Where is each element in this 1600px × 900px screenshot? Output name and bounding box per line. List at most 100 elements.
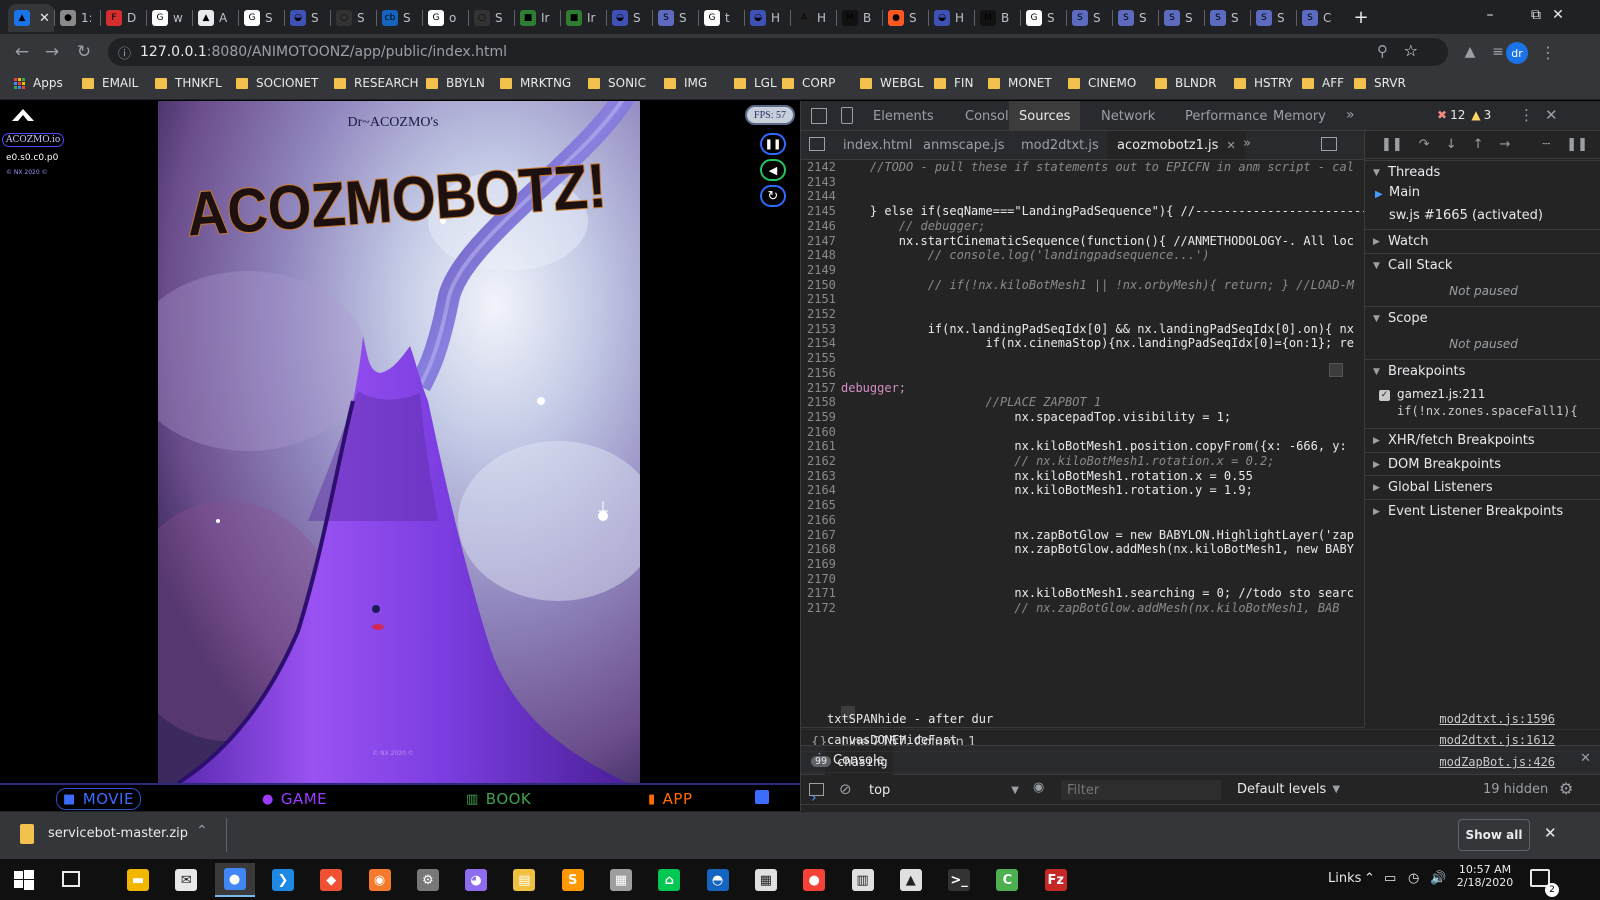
taskbar-app-file-explorer[interactable]: ▬ <box>118 863 158 897</box>
code-line[interactable]: 2170 <box>801 572 1364 587</box>
apps-shortcut[interactable]: Apps <box>14 76 63 90</box>
line-number[interactable]: 2167 <box>801 528 841 543</box>
console-message[interactable]: canvasDONEHideFast mod2dtxt.js:1612 <box>801 730 1600 752</box>
log-levels-select[interactable]: Default levels ▼ <box>1237 782 1340 797</box>
inspect-icon[interactable] <box>811 108 827 124</box>
code-line[interactable]: 2154 if(nx.cinemaStop){nx.landingPadSeqI… <box>801 336 1364 351</box>
forward-icon[interactable]: → <box>40 40 64 64</box>
bookmark-folder[interactable]: SONIC <box>588 76 646 90</box>
code-line[interactable]: 2143 <box>801 175 1364 190</box>
taskbar-app-doc-tool[interactable]: ▦ <box>601 863 641 897</box>
code-line[interactable]: 2149 <box>801 263 1364 278</box>
windows-start-icon[interactable] <box>14 870 34 890</box>
taskbar-app-sublime[interactable]: S <box>553 863 593 897</box>
taskbar-app-chrome[interactable]: ● <box>214 863 255 897</box>
task-view-icon[interactable] <box>62 871 80 887</box>
scope-section[interactable]: ▼ Scope <box>1365 306 1600 330</box>
pause-button[interactable]: ❚❚ <box>760 133 786 155</box>
code-line[interactable]: 2165 <box>801 498 1364 513</box>
line-number[interactable]: 2143 <box>801 175 841 190</box>
more-tabs-icon[interactable]: » <box>1346 107 1355 123</box>
bookmark-folder[interactable]: WEBGL <box>860 76 923 90</box>
browser-tab[interactable]: SS <box>1158 4 1204 32</box>
taskbar-app-clapper[interactable]: ▥ <box>843 863 883 897</box>
links-toolbar[interactable]: Links <box>1328 871 1361 886</box>
code-line[interactable]: 2152 <box>801 307 1364 322</box>
acozmo-logo-icon[interactable] <box>10 107 36 123</box>
browser-tab[interactable]: ● S <box>882 4 928 32</box>
code-line[interactable]: 2168 nx.zapBotGlow.addMesh(nx.kiloBotMes… <box>801 542 1364 557</box>
taskbar-app-paint3d[interactable]: ◕ <box>456 863 496 897</box>
close-tab-icon[interactable]: ✕ <box>39 11 50 26</box>
close-devtools-icon[interactable]: ✕ <box>1545 106 1558 124</box>
back-icon[interactable]: ← <box>10 40 34 64</box>
line-number[interactable]: 2150 <box>801 278 841 293</box>
browser-tab[interactable]: SS <box>652 4 698 32</box>
bookmark-folder[interactable]: FIN <box>934 76 973 90</box>
close-window-icon[interactable]: ✕ <box>1538 0 1578 30</box>
taskbar-app-browser2[interactable]: ● <box>794 863 834 897</box>
browser-tab[interactable]: ● 1: <box>54 4 100 32</box>
bookmark-folder[interactable]: THNKFL <box>155 76 222 90</box>
code-line[interactable]: 2150 // if(!nx.kiloBotMesh1 || !nx.orbyM… <box>801 278 1364 293</box>
pause-exceptions-icon[interactable]: ❚❚ <box>1566 137 1588 152</box>
code-line[interactable]: 2153 if(nx.landingPadSeqIdx[0] && nx.lan… <box>801 322 1364 337</box>
debugger-toggle-icon[interactable] <box>1321 137 1337 151</box>
bookmark-star-icon[interactable]: ☆ <box>1404 41 1418 60</box>
browser-tab[interactable]: ▲ A <box>192 4 238 32</box>
zoom-icon[interactable]: ⚲ <box>1377 42 1388 60</box>
code-line[interactable]: 2160 <box>801 425 1364 440</box>
battery-icon[interactable]: ▭ <box>1384 871 1396 886</box>
line-number[interactable]: 2156 <box>801 366 841 381</box>
taskbar-app-mail[interactable]: ✉ <box>166 863 206 897</box>
clear-console-icon[interactable]: ⊘ <box>839 780 852 798</box>
code-line[interactable]: 2171 nx.kiloBotMesh1.searching = 0; //to… <box>801 586 1364 601</box>
line-number[interactable]: 2145 <box>801 204 841 219</box>
console-prompt[interactable]: › <box>811 790 817 806</box>
console-message[interactable]: txtSPANhide - after dur mod2dtxt.js:1596 <box>801 708 1600 730</box>
nav-extra-icon[interactable] <box>755 790 769 804</box>
close-file-icon[interactable]: ✕ <box>1226 139 1235 152</box>
restart-button[interactable]: ↻ <box>760 185 786 207</box>
line-number[interactable]: 2160 <box>801 425 841 440</box>
nav-game-button[interactable]: ● GAME <box>262 788 327 810</box>
download-file-name[interactable]: servicebot-master.zip <box>48 826 188 841</box>
info-icon[interactable]: ⓘ <box>118 43 131 62</box>
line-number[interactable]: 2157 <box>801 381 841 396</box>
line-number[interactable]: 2170 <box>801 572 841 587</box>
devtools-tab-memory[interactable]: Memory <box>1261 101 1338 131</box>
code-line[interactable]: 2166 <box>801 513 1364 528</box>
breakpoints-section[interactable]: ▼ Breakpoints <box>1365 359 1600 383</box>
section-event-listener-breakpoints[interactable]: ▶ Event Listener Breakpoints <box>1365 499 1600 523</box>
new-tab-icon[interactable]: + <box>1346 2 1376 32</box>
console-source-link[interactable]: mod2dtxt.js:1596 <box>1439 712 1555 726</box>
browser-tab[interactable]: FD <box>100 4 146 32</box>
bookmark-folder[interactable]: EMAIL <box>82 76 138 90</box>
line-number[interactable]: 2159 <box>801 410 841 425</box>
close-shelf-icon[interactable]: ✕ <box>1544 824 1557 842</box>
browser-tab[interactable]: SS <box>1204 4 1250 32</box>
line-number[interactable]: 2152 <box>801 307 841 322</box>
browser-tab[interactable]: AH <box>790 4 836 32</box>
navigator-toggle-icon[interactable] <box>809 137 825 151</box>
console-message[interactable]: 99 chasing modZapBot.js:426 <box>801 751 1600 774</box>
browser-tab[interactable]: Gt <box>698 4 744 32</box>
line-number[interactable]: 2154 <box>801 336 841 351</box>
browser-tab[interactable]: ◒ H <box>744 4 790 32</box>
browser-tab[interactable]: ◒ S <box>284 4 330 32</box>
code-line[interactable]: 2157 debugger; <box>801 381 1364 396</box>
browser-tab[interactable]: SS <box>1250 4 1296 32</box>
bookmark-folder[interactable]: AFF <box>1302 76 1344 90</box>
watch-section[interactable]: ▶ Watch <box>1365 229 1600 253</box>
sound-button[interactable]: ◀ <box>760 159 786 181</box>
taskbar-app-terminal[interactable]: >_ <box>939 863 979 897</box>
deactivate-breakpoints-icon[interactable]: ┄ <box>1542 137 1550 152</box>
code-line[interactable]: 2169 <box>801 557 1364 572</box>
side-logo-text[interactable]: ACOZMO.io <box>2 133 65 147</box>
settings-dots-icon[interactable]: ⋮ <box>1519 106 1534 124</box>
line-number[interactable]: 2151 <box>801 292 841 307</box>
code-line[interactable]: 2167 nx.zapBotGlow = new BABYLON.Highlig… <box>801 528 1364 543</box>
device-toggle-icon[interactable] <box>841 107 853 124</box>
devtools-tab-sources[interactable]: Sources <box>1009 101 1081 131</box>
file-tab[interactable]: anmscape.js <box>913 131 1015 159</box>
